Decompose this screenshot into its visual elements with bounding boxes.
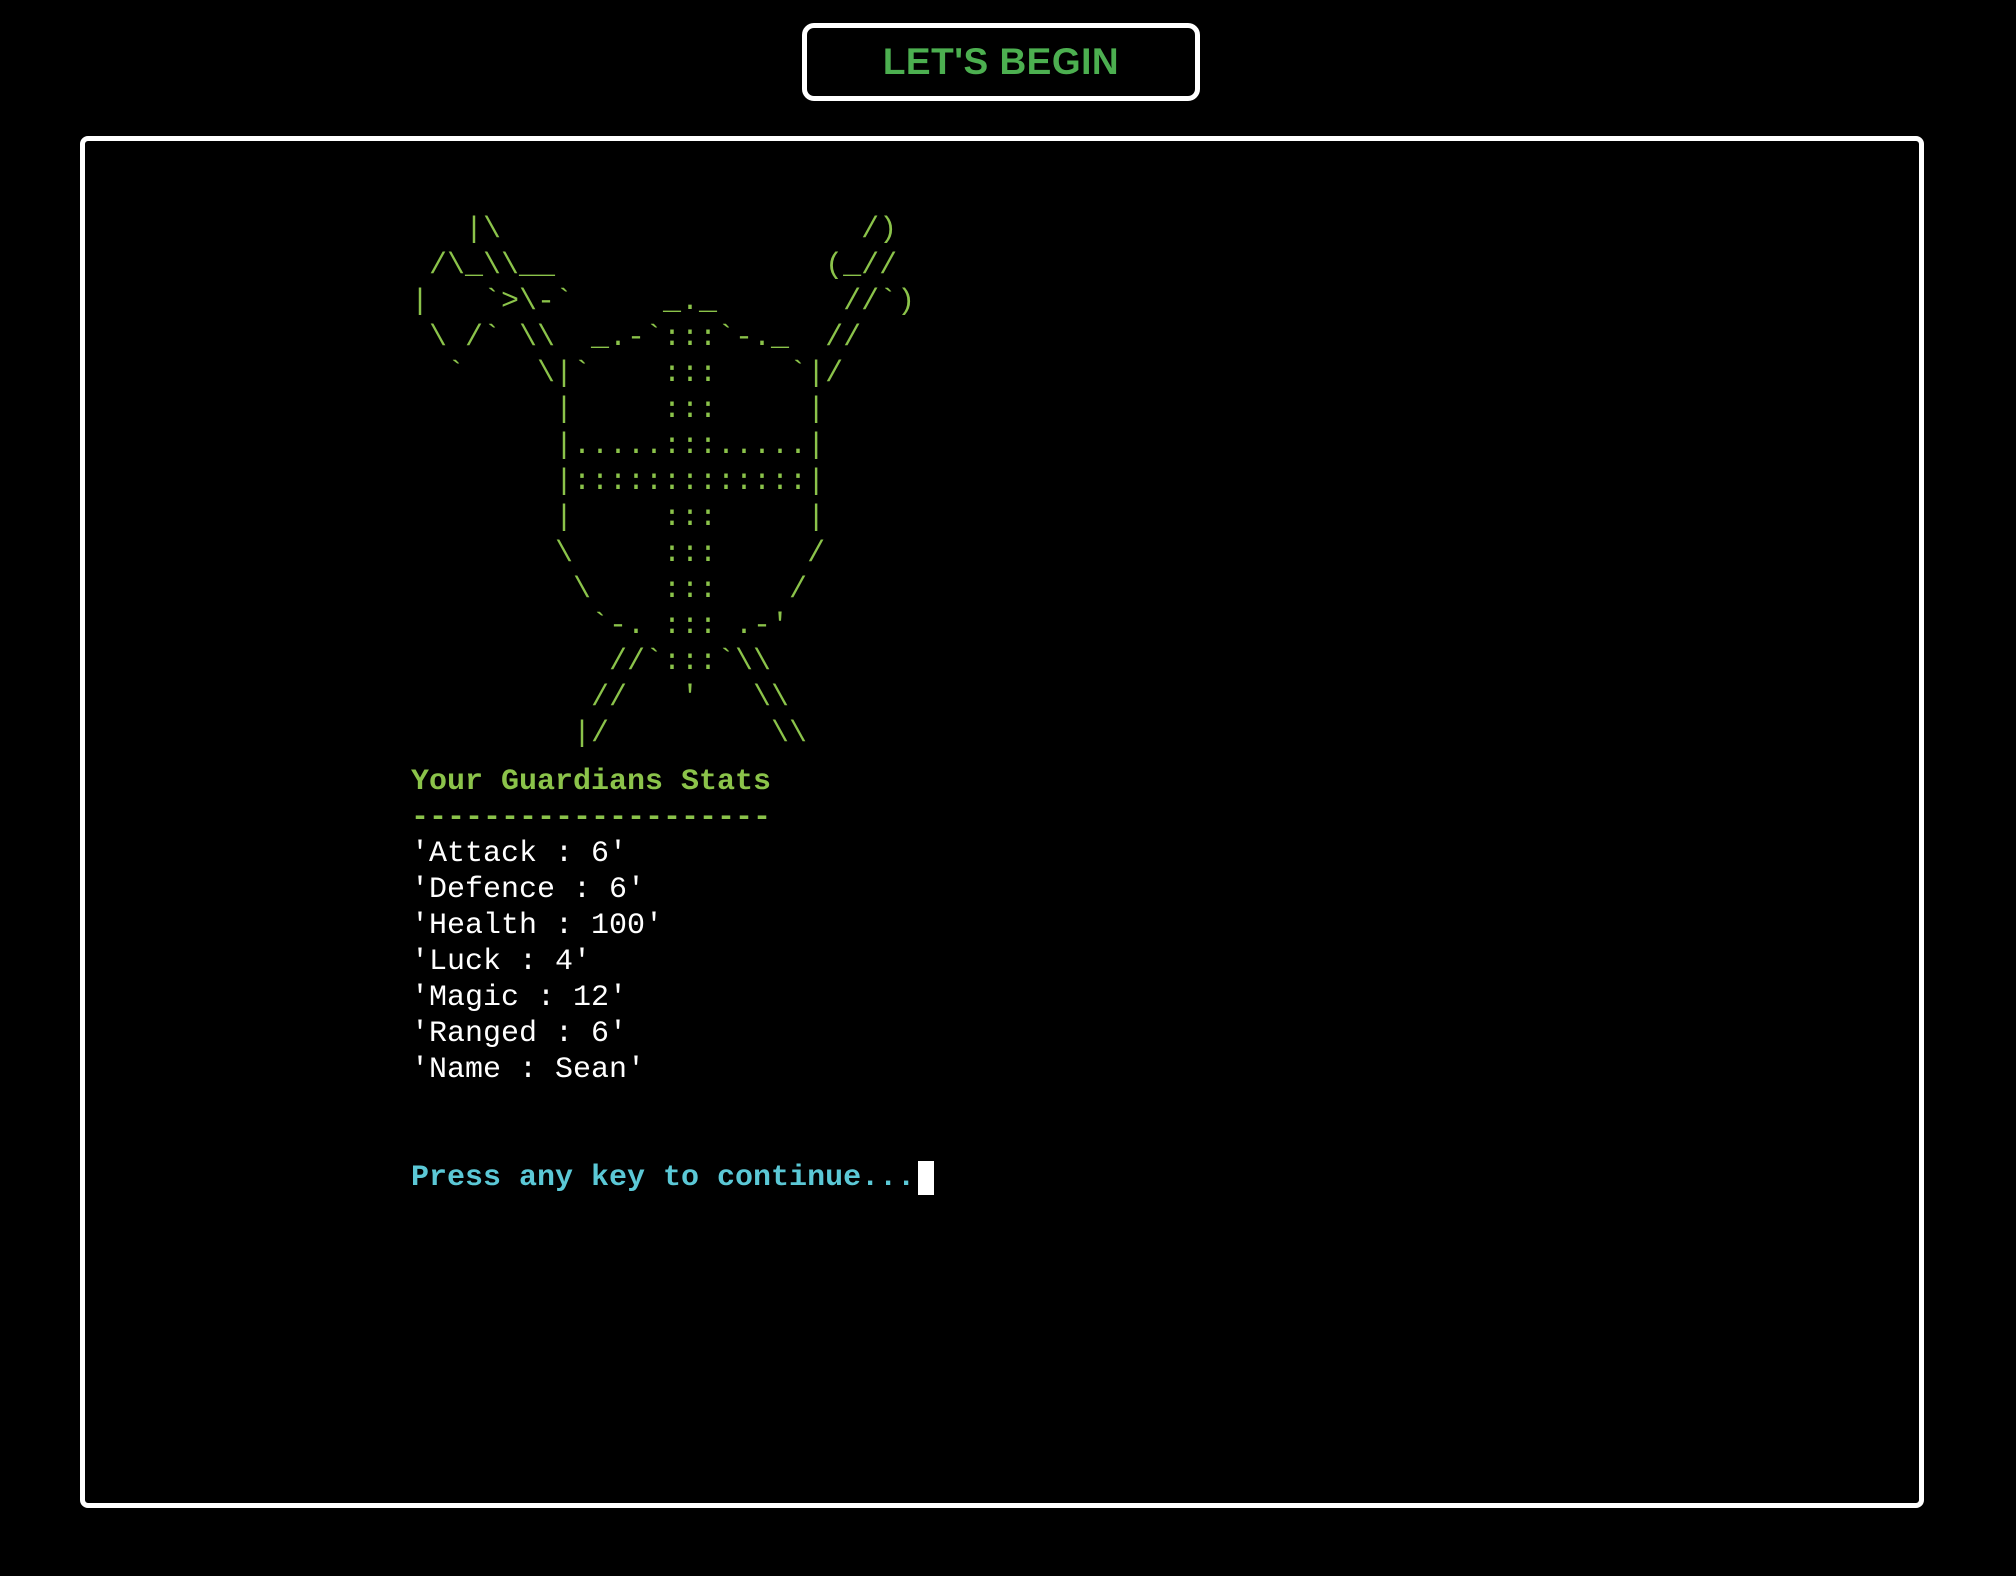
stat-magic: 'Magic : 12' xyxy=(411,981,628,1015)
stat-luck: 'Luck : 4' xyxy=(411,945,592,979)
stat-health: 'Health : 100' xyxy=(411,909,664,943)
stat-defence: 'Defence : 6' xyxy=(411,873,646,907)
terminal-window[interactable]: |\ /) /\_\\__ (_// | `>\-` _._ //`) \ /`… xyxy=(80,136,1924,1508)
guardian-ascii-art: |\ /) /\_\\__ (_// | `>\-` _._ //`) \ /`… xyxy=(411,213,916,751)
continue-prompt-line: Press any key to continue... xyxy=(411,1160,935,1196)
terminal-content: |\ /) /\_\\__ (_// | `>\-` _._ //`) \ /`… xyxy=(411,212,935,1196)
stats-list: 'Attack : 6' 'Defence : 6' 'Health : 100… xyxy=(411,836,934,1088)
stats-title: Your Guardians Stats xyxy=(411,765,772,799)
stat-attack: 'Attack : 6' xyxy=(411,837,628,871)
lets-begin-button[interactable]: LET'S BEGIN xyxy=(802,23,1200,101)
stat-name: 'Name : Sean' xyxy=(411,1053,646,1087)
continue-prompt: Press any key to continue... xyxy=(411,1161,916,1195)
stat-ranged: 'Ranged : 6' xyxy=(411,1017,628,1051)
text-cursor-icon xyxy=(918,1161,935,1195)
stats-divider: -------------------- xyxy=(411,801,772,835)
app-page: LET'S BEGIN |\ /) /\_\\__ (_// | `>\-` _… xyxy=(0,0,2016,1576)
